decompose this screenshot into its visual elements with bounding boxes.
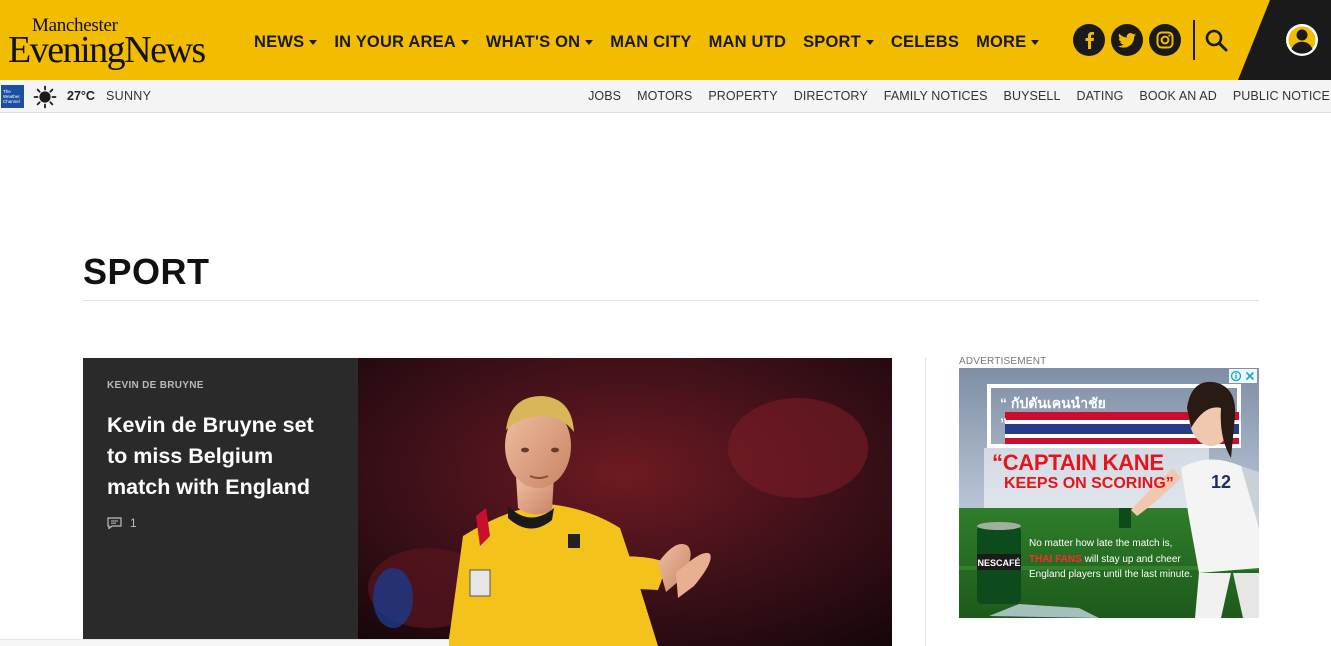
weather-temperature: 27°C xyxy=(67,89,95,103)
ad-shirt-number: 12 xyxy=(1211,472,1231,492)
nav-item-celebs[interactable]: CELEBS xyxy=(891,32,959,52)
main-nav: NEWS IN YOUR AREA WHAT'S ON MAN CITY MAN… xyxy=(254,32,1056,52)
twitter-icon[interactable] xyxy=(1111,24,1143,56)
weather-channel-logo[interactable]: The Weather Channel xyxy=(1,85,24,108)
ad-body-highlight: THAI FANS xyxy=(1029,553,1082,565)
caret-down-icon xyxy=(309,40,318,45)
nav-item-man-city[interactable]: MAN CITY xyxy=(610,32,691,52)
site-header: Manchester EveningNews NEWS IN YOUR AREA… xyxy=(0,0,1331,80)
facebook-icon[interactable] xyxy=(1073,24,1105,56)
search-icon[interactable] xyxy=(1204,28,1230,54)
nav-label: SPORT xyxy=(803,33,861,51)
site-logo[interactable]: Manchester EveningNews xyxy=(8,16,228,71)
instagram-icon[interactable] xyxy=(1149,24,1181,56)
section-divider xyxy=(83,300,1259,301)
header-divider xyxy=(1193,20,1195,60)
ad-body-text: No matter how late the match is, THAI FA… xyxy=(1029,536,1194,583)
ad-thai-title: “ กัปตันเคนนำชัย ” xyxy=(1000,395,1106,431)
comment-count[interactable]: 1 xyxy=(107,516,137,530)
lead-story-card[interactable]: KEVIN DE BRUYNE Kevin de Bruyne set to m… xyxy=(83,358,358,646)
nav-label: WHAT'S ON xyxy=(485,33,581,51)
link-dating[interactable]: DATING xyxy=(1077,89,1124,103)
nav-label: NEWS xyxy=(254,33,305,51)
nav-item-more[interactable]: MORE xyxy=(976,32,1040,52)
user-icon xyxy=(1238,0,1331,80)
link-family-notices[interactable]: FAMILY NOTICES xyxy=(884,89,988,103)
story-headline[interactable]: Kevin de Bruyne set to miss Belgium matc… xyxy=(107,410,337,503)
nav-item-man-utd[interactable]: MAN UTD xyxy=(709,32,786,52)
nav-label: MORE xyxy=(976,33,1027,51)
bottom-sticky-bar xyxy=(0,639,449,646)
column-divider xyxy=(925,358,926,646)
nav-label: CELEBS xyxy=(890,33,960,51)
nav-item-in-your-area[interactable]: IN YOUR AREA xyxy=(334,32,469,52)
ad-title: “CAPTAIN KANE xyxy=(992,450,1164,475)
nav-label: IN YOUR AREA xyxy=(334,33,456,51)
caret-down-icon xyxy=(585,40,594,45)
caret-down-icon xyxy=(460,40,469,45)
nav-item-whats-on[interactable]: WHAT'S ON xyxy=(485,32,594,52)
ad-product: NESCAFÉ xyxy=(977,558,1020,568)
ad-controls xyxy=(1229,369,1257,383)
logo-line-2: EveningNews xyxy=(8,29,206,71)
nav-item-sport[interactable]: SPORT xyxy=(803,32,874,52)
link-book-an-ad[interactable]: BOOK AN AD xyxy=(1139,89,1216,103)
link-jobs[interactable]: JOBS xyxy=(588,89,621,103)
account-button[interactable] xyxy=(1238,0,1331,80)
story-kicker[interactable]: KEVIN DE BRUYNE xyxy=(107,380,204,391)
caret-down-icon xyxy=(1031,40,1040,45)
nav-label: MAN UTD xyxy=(708,33,787,51)
comment-count-value: 1 xyxy=(130,516,137,530)
lead-story-image[interactable] xyxy=(358,358,892,646)
link-directory[interactable]: DIRECTORY xyxy=(794,89,868,103)
comment-icon xyxy=(107,517,122,529)
caret-down-icon xyxy=(865,40,874,45)
link-property[interactable]: PROPERTY xyxy=(708,89,777,103)
nav-item-news[interactable]: NEWS xyxy=(254,32,318,52)
ad-subtitle: KEEPS ON SCORING” xyxy=(1004,475,1174,492)
weather-condition: SUNNY xyxy=(106,89,152,103)
page-title: SPORT xyxy=(83,251,210,292)
utility-links: JOBS MOTORS PROPERTY DIRECTORY FAMILY NO… xyxy=(572,89,1330,103)
sun-icon xyxy=(33,85,57,109)
ad-body-1: No matter how late the match is, xyxy=(1029,538,1173,549)
nav-label: MAN CITY xyxy=(610,33,692,51)
link-public-notice[interactable]: PUBLIC NOTICE xyxy=(1233,89,1330,103)
advertisement-label: ADVERTISEMENT xyxy=(959,356,1047,367)
link-motors[interactable]: MOTORS xyxy=(637,89,692,103)
weather-logo-text: The Weather Channel xyxy=(3,89,20,104)
link-buysell[interactable]: BUYSELL xyxy=(1004,89,1061,103)
